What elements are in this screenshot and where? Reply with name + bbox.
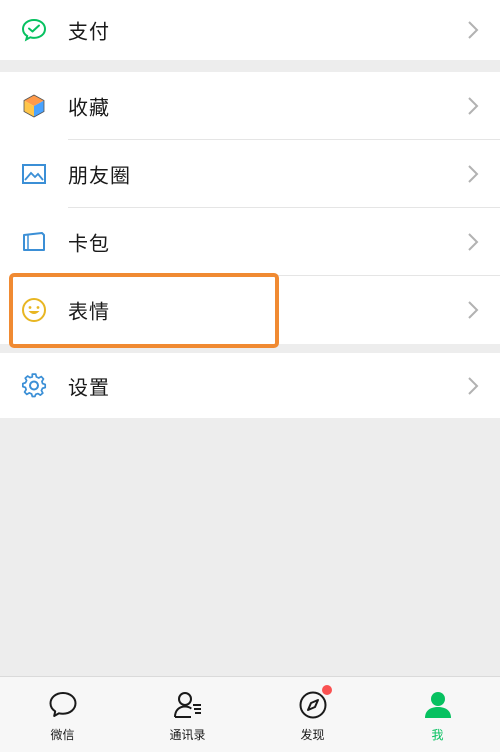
chat-bubble-icon bbox=[47, 689, 79, 721]
menu-item-pay[interactable]: 支付 bbox=[0, 0, 500, 60]
menu-item-stickers[interactable]: 表情 bbox=[0, 276, 500, 344]
menu-item-label: 卡包 bbox=[68, 231, 110, 256]
album-icon bbox=[20, 160, 48, 188]
tab-me[interactable]: 我 bbox=[375, 677, 500, 752]
tab-contacts[interactable]: 通讯录 bbox=[125, 677, 250, 752]
tab-label: 微信 bbox=[50, 728, 75, 742]
settings-group: 设置 bbox=[0, 353, 500, 418]
menu-item-favorites[interactable]: 收藏 bbox=[0, 72, 500, 140]
pay-group: 支付 bbox=[0, 0, 500, 60]
card-icon bbox=[20, 228, 48, 256]
menu-item-cards[interactable]: 卡包 bbox=[0, 208, 500, 276]
tab-label: 通讯录 bbox=[169, 728, 206, 742]
contacts-icon bbox=[172, 689, 204, 721]
favorites-cube-icon bbox=[20, 92, 48, 120]
tab-label: 发现 bbox=[300, 728, 325, 742]
tab-chats[interactable]: 微信 bbox=[0, 677, 125, 752]
menu-item-settings[interactable]: 设置 bbox=[0, 353, 500, 418]
menu-item-label: 收藏 bbox=[68, 95, 110, 120]
menu-item-label: 表情 bbox=[68, 299, 110, 324]
menu-item-moments[interactable]: 朋友圈 bbox=[0, 140, 500, 208]
gear-icon bbox=[20, 372, 48, 400]
features-group: 收藏 朋友圈 卡包 表情 bbox=[0, 72, 500, 344]
person-icon bbox=[422, 689, 454, 721]
me-page: 支付 收藏 朋友圈 卡包 表情 设置 微信 通讯录 发现 我 bbox=[0, 0, 500, 752]
menu-item-label: 支付 bbox=[68, 19, 110, 44]
tab-discover[interactable]: 发现 bbox=[250, 677, 375, 752]
chevron-right-icon bbox=[466, 231, 480, 253]
tab-label: 我 bbox=[431, 728, 444, 742]
chevron-right-icon bbox=[466, 95, 480, 117]
wechat-pay-icon bbox=[20, 16, 48, 44]
chevron-right-icon bbox=[466, 163, 480, 185]
menu-item-label: 朋友圈 bbox=[68, 163, 131, 188]
notification-dot bbox=[321, 685, 332, 695]
smiley-icon bbox=[20, 296, 48, 324]
menu-item-label: 设置 bbox=[68, 375, 110, 399]
compass-icon bbox=[297, 685, 332, 721]
tab-bar: 微信 通讯录 发现 我 bbox=[0, 676, 500, 752]
chevron-right-icon bbox=[466, 299, 480, 321]
chevron-right-icon bbox=[466, 19, 480, 41]
chevron-right-icon bbox=[466, 375, 480, 397]
